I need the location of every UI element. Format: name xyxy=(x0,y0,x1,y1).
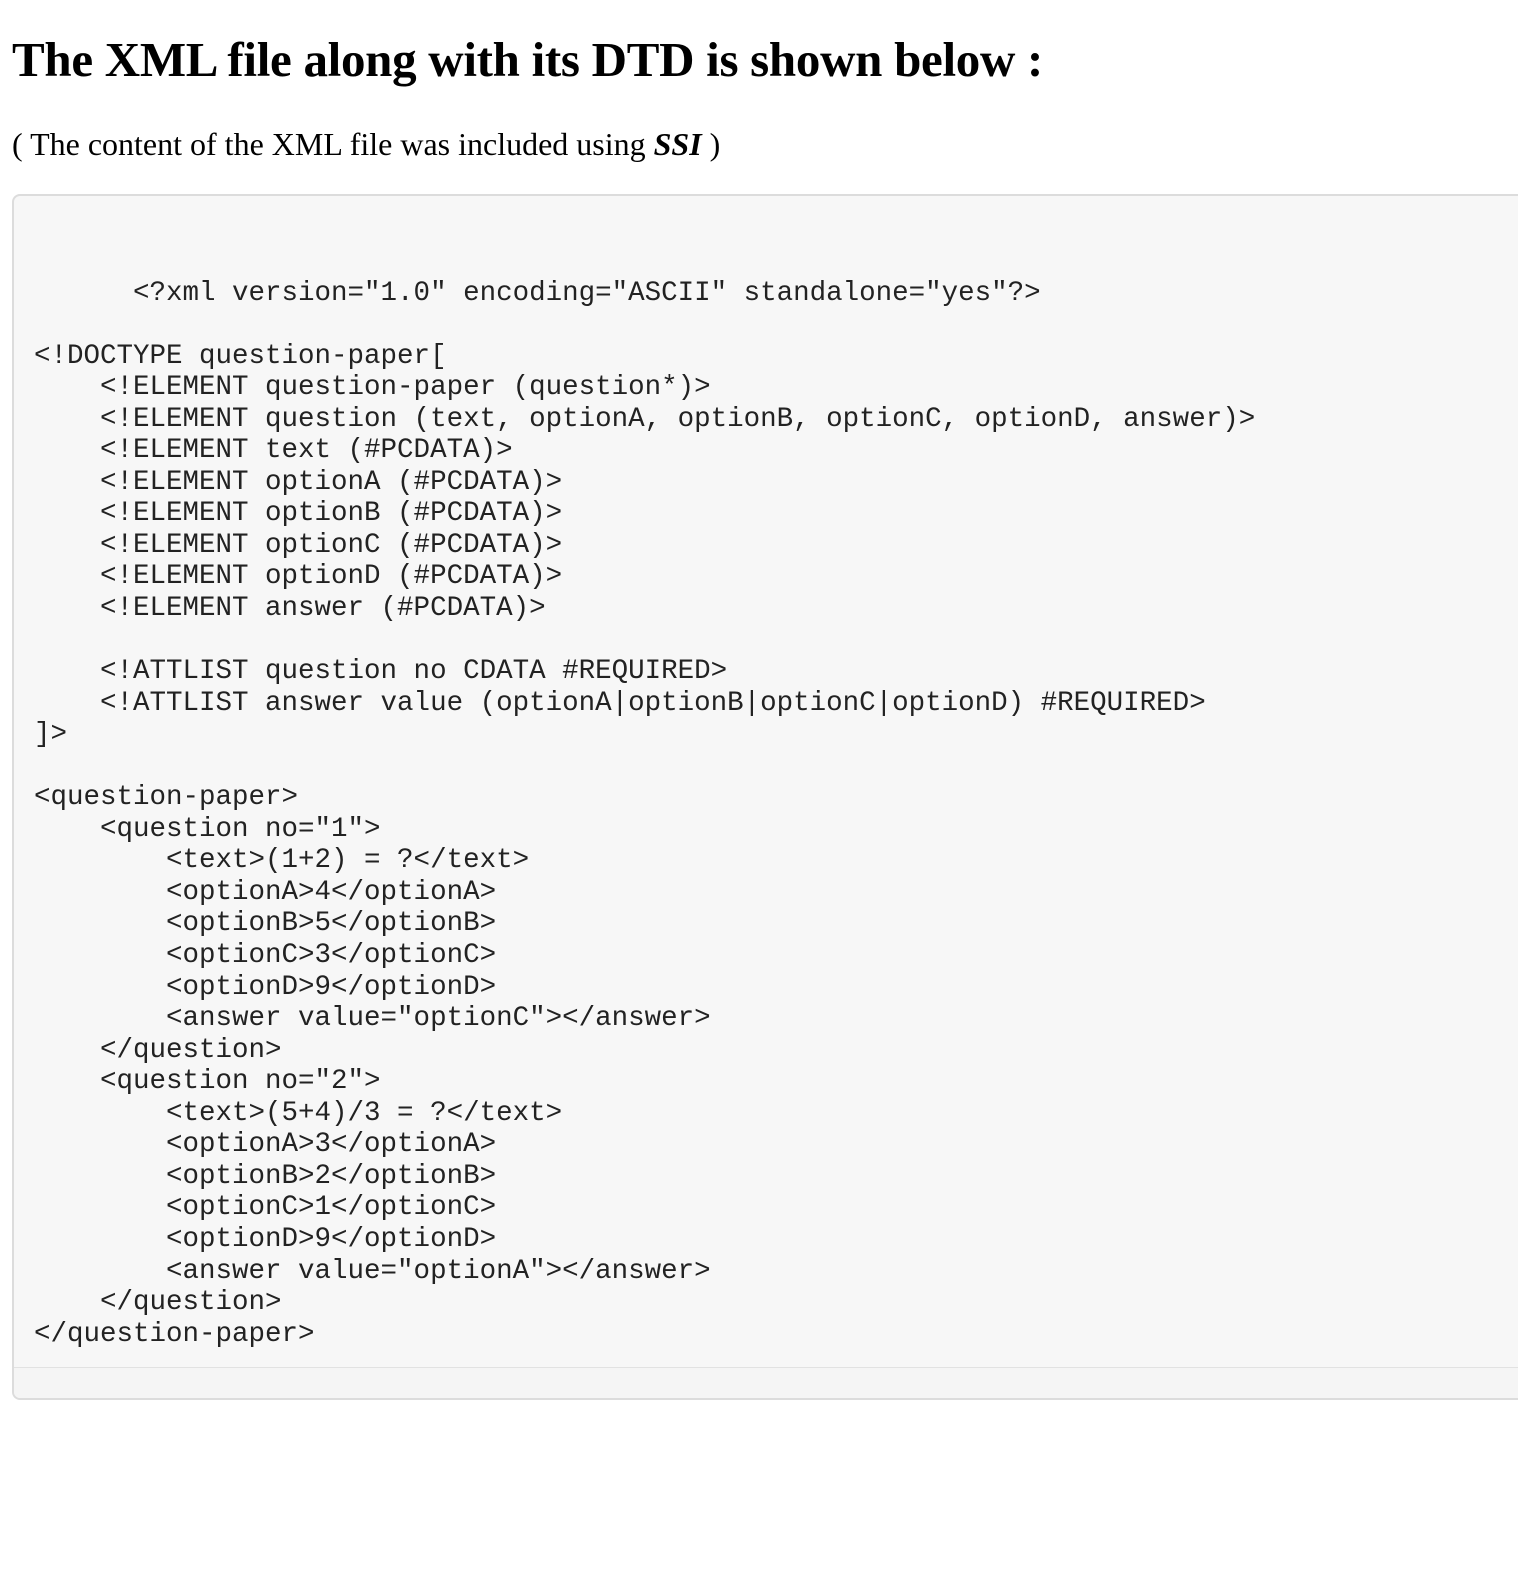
code-line: <text>(5+4)/3 = ?</text> xyxy=(34,1097,563,1129)
subtitle-text-after: ) xyxy=(701,126,721,162)
code-line: ]> xyxy=(34,719,68,751)
code-line: <optionD>9</optionD> xyxy=(34,971,497,1003)
xml-code-listing: <?xml version="1.0" encoding="ASCII" sta… xyxy=(34,246,1255,1350)
code-line: <!ATTLIST answer value (optionA|optionB|… xyxy=(34,687,1206,719)
code-line: <question no="2"> xyxy=(34,1066,381,1098)
code-line: <question-paper> xyxy=(34,782,299,814)
code-line: <!ELEMENT optionA (#PCDATA)> xyxy=(34,466,563,498)
code-line: <optionC>3</optionC> xyxy=(34,940,497,972)
code-line: </question> xyxy=(34,1287,282,1319)
code-line: <optionD>9</optionD> xyxy=(34,1223,497,1255)
code-line: <!ELEMENT answer (#PCDATA)> xyxy=(34,593,546,625)
code-line: <text>(1+2) = ?</text> xyxy=(34,845,530,877)
code-line: </question> xyxy=(34,1034,282,1066)
code-line: <!ELEMENT question (text, optionA, optio… xyxy=(34,403,1256,435)
code-line: <!ELEMENT optionD (#PCDATA)> xyxy=(34,561,563,593)
code-line: <answer value="optionC"></answer> xyxy=(34,1003,711,1035)
code-line: <optionA>3</optionA> xyxy=(34,1129,497,1161)
code-line: <!ELEMENT question-paper (question*)> xyxy=(34,372,711,404)
subtitle-ssi-emphasis: SSI xyxy=(653,126,702,162)
page-title: The XML file along with its DTD is shown… xyxy=(12,32,1044,87)
code-line: <optionC>1</optionC> xyxy=(34,1192,497,1224)
code-line: </question-paper> xyxy=(34,1318,315,1350)
code-line: <!DOCTYPE question-paper[ xyxy=(34,340,447,372)
code-line: <!ELEMENT optionC (#PCDATA)> xyxy=(34,529,563,561)
code-block[interactable]: <?xml version="1.0" encoding="ASCII" sta… xyxy=(12,194,1518,1400)
code-line: <optionB>5</optionB> xyxy=(34,908,497,940)
horizontal-scrollbar[interactable] xyxy=(14,1367,1518,1398)
code-line: <?xml version="1.0" encoding="ASCII" sta… xyxy=(34,277,1041,309)
code-line: <!ATTLIST question no CDATA #REQUIRED> xyxy=(34,656,728,688)
subtitle-text-before: ( The content of the XML file was includ… xyxy=(12,126,654,162)
code-line: <question no="1"> xyxy=(34,813,381,845)
code-line: <!ELEMENT optionB (#PCDATA)> xyxy=(34,498,563,530)
code-line: <optionB>2</optionB> xyxy=(34,1160,497,1192)
code-line: <!ELEMENT text (#PCDATA)> xyxy=(34,435,513,467)
code-line: <answer value="optionA"></answer> xyxy=(34,1255,711,1287)
code-line: <optionA>4</optionA> xyxy=(34,876,497,908)
subtitle: ( The content of the XML file was includ… xyxy=(12,122,720,166)
